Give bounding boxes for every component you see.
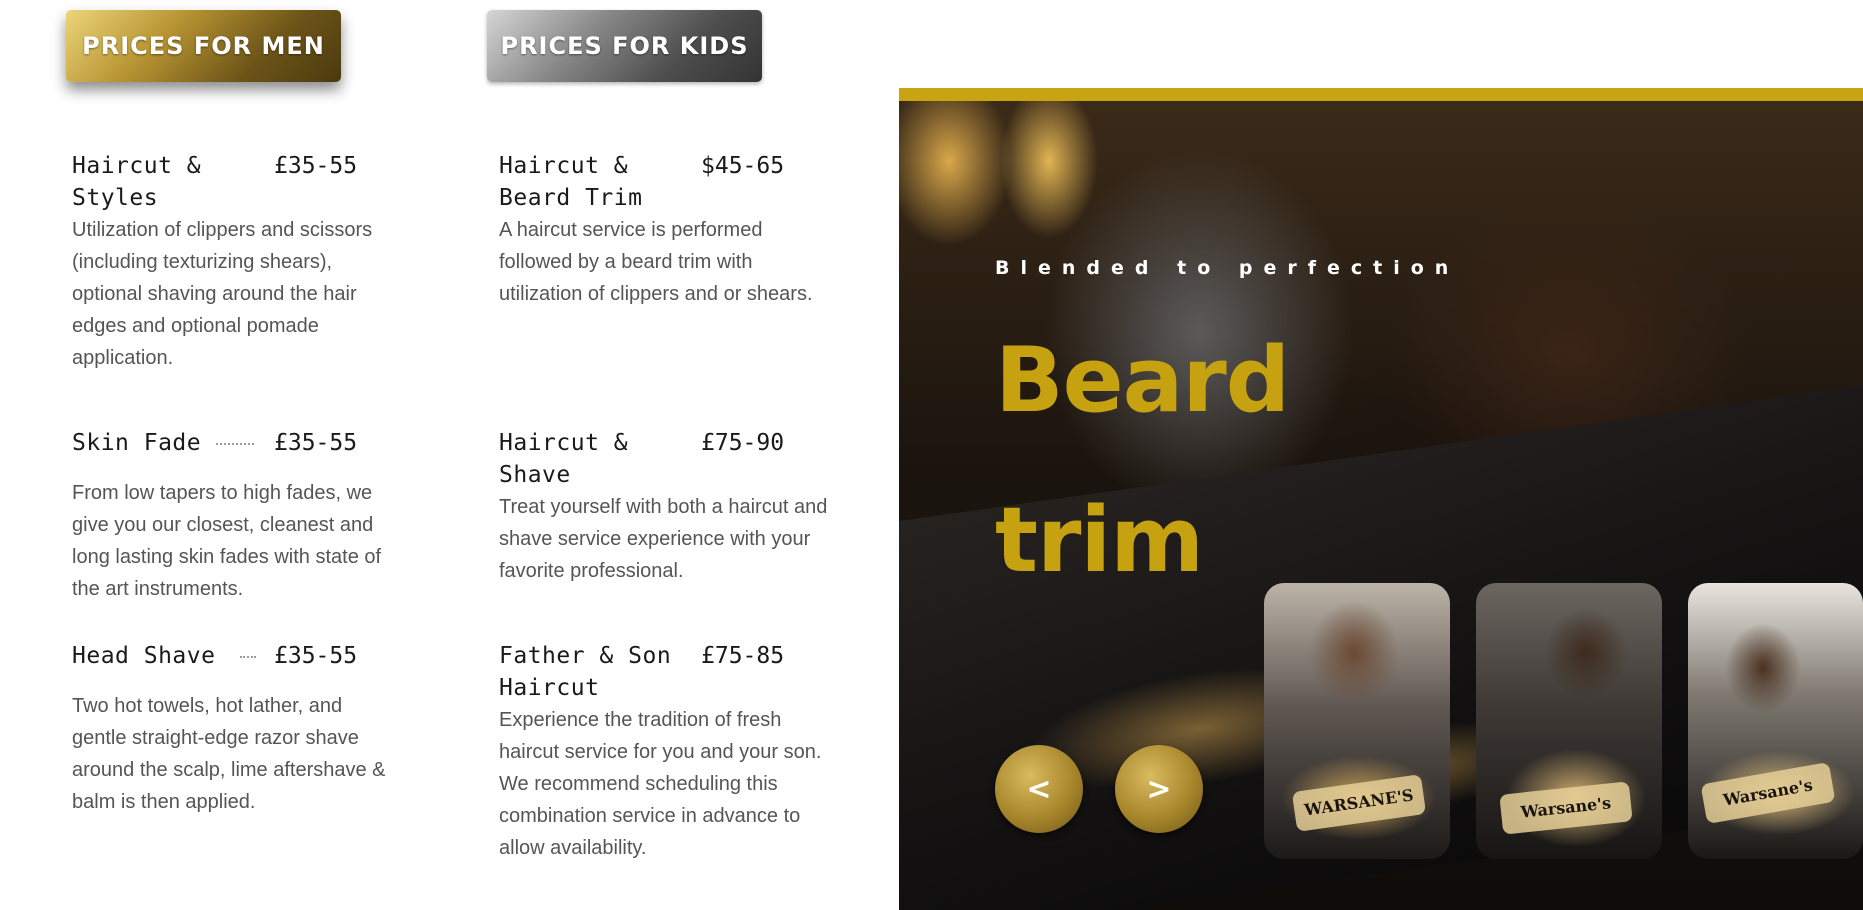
- service-description: A haircut service is performed followed …: [499, 219, 813, 305]
- service-name: Haircut & Shave: [499, 430, 629, 488]
- card-logo-badge: Warsane's: [1700, 762, 1836, 824]
- service-price: £75-90: [701, 430, 785, 456]
- service-haircut-beard-trim: Haircut & Beard Trim $45-65 A haircut se…: [499, 150, 839, 310]
- service-head-shave: Head Shave £35-55 Two hot towels, hot la…: [72, 640, 402, 818]
- service-description: Utilization of clippers and scissors (in…: [72, 219, 373, 369]
- prices-for-men-tab[interactable]: PRICES FOR MEN: [66, 10, 341, 82]
- service-name: Haircut & Styles: [72, 153, 202, 211]
- dotted-leader: [216, 443, 254, 445]
- service-haircut-shave: Haircut & Shave £75-90 Treat yourself wi…: [499, 427, 839, 587]
- hero-eyebrow: Blended to perfection: [995, 257, 1460, 279]
- service-price: £75-85: [701, 643, 785, 669]
- slider-next-button[interactable]: >: [1115, 745, 1203, 833]
- dotted-leader: [240, 656, 256, 658]
- card-logo-badge: WARSANE'S: [1291, 774, 1427, 832]
- service-father-son-haircut: Father & Son Haircut £75-85 Experience t…: [499, 640, 839, 864]
- slider-prev-button[interactable]: <: [995, 745, 1083, 833]
- slider-card[interactable]: Warsane's: [1688, 583, 1863, 859]
- service-price: $45-65: [701, 153, 785, 179]
- hero-banner: Blended to perfection Beard trim < > WAR…: [899, 88, 1863, 910]
- service-skin-fade: Skin Fade £35-55 From low tapers to high…: [72, 427, 402, 605]
- service-name: Head Shave: [72, 643, 216, 669]
- service-name: Skin Fade: [72, 430, 202, 456]
- hero-title: Beard trim: [995, 328, 1290, 593]
- service-haircut-styles: Haircut & Styles £35-55 Utilization of c…: [72, 150, 402, 374]
- service-name: Father & Son Haircut: [499, 643, 672, 701]
- service-description: Experience the tradition of fresh haircu…: [499, 709, 822, 859]
- prices-for-kids-tab[interactable]: PRICES FOR KIDS: [487, 10, 762, 82]
- service-price: £35-55: [274, 643, 358, 669]
- service-description: From low tapers to high fades, we give y…: [72, 482, 382, 600]
- slider-card[interactable]: WARSANE'S: [1264, 583, 1450, 859]
- service-price: £35-55: [274, 430, 358, 456]
- service-description: Two hot towels, hot lather, and gentle s…: [72, 695, 386, 813]
- slider-card[interactable]: Warsane's: [1476, 583, 1662, 859]
- service-description: Treat yourself with both a haircut and s…: [499, 496, 828, 582]
- card-logo-badge: Warsane's: [1499, 781, 1633, 835]
- service-price: £35-55: [274, 153, 358, 179]
- service-name: Haircut & Beard Trim: [499, 153, 643, 211]
